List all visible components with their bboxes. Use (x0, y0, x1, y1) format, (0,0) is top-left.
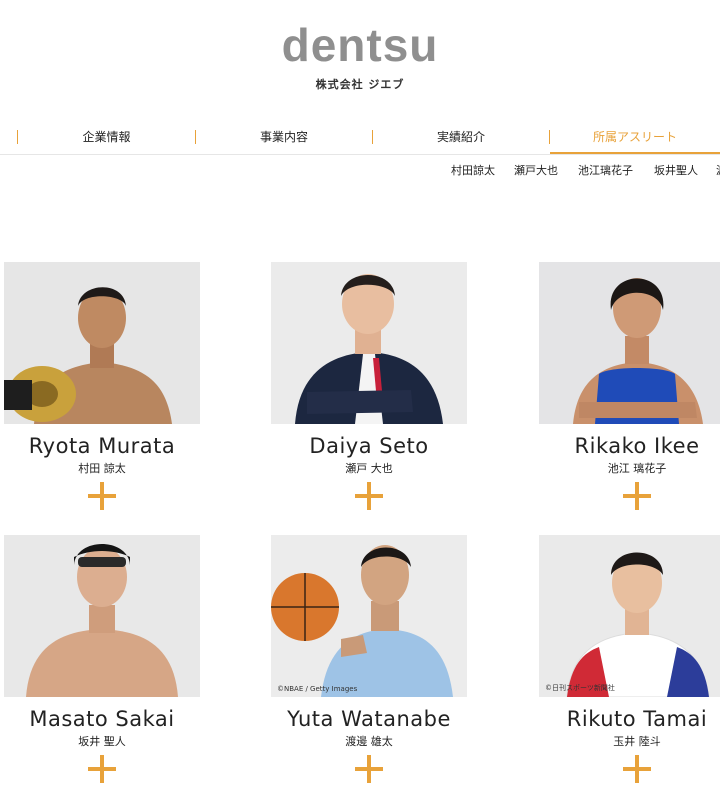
swimmer-photo (4, 535, 200, 697)
athlete-name-jp: 瀬戸 大也 (345, 462, 393, 475)
athlete-name-en: Rikuto Tamai (566, 707, 708, 731)
athlete-photo[interactable] (271, 262, 467, 424)
athlete-name-en: Masato Sakai (29, 707, 175, 731)
athlete-card[interactable]: Daiya Seto 瀬戸 大也 (271, 262, 467, 510)
athlete-name-jp: 村田 諒太 (78, 462, 126, 475)
athlete-name-en: Rikako Ikee (574, 434, 700, 458)
site-header: dentsu 株式会社 ジエブ (0, 0, 720, 100)
nav-item-business[interactable]: 事業内容 (196, 122, 372, 152)
swimmer-photo (539, 262, 720, 424)
boxer-photo (4, 262, 200, 424)
athlete-name-jp: 坂井 聖人 (78, 735, 126, 748)
plus-icon[interactable] (623, 482, 651, 510)
athlete-subnav: 村田諒太 瀬戸大也 池江璃花子 坂井聖人 渡 (0, 162, 720, 180)
plus-icon[interactable] (355, 482, 383, 510)
athlete-name-en: Daiya Seto (309, 434, 429, 458)
athlete-card[interactable]: ©NBAE / Getty Images Yuta Watanabe 渡邊 雄太 (271, 535, 467, 783)
athlete-card[interactable]: Ryota Murata 村田 諒太 (4, 262, 200, 510)
plus-icon[interactable] (88, 482, 116, 510)
athlete-card[interactable]: Rikako Ikee 池江 璃花子 (539, 262, 720, 510)
basketball-player-photo (271, 535, 467, 697)
subnav-item-watanabe[interactable]: 渡 (716, 162, 720, 178)
dentsu-logo[interactable]: dentsu (0, 18, 720, 72)
subnav-item-seto[interactable]: 瀬戸大也 (514, 162, 558, 178)
plus-icon[interactable] (88, 755, 116, 783)
nav-item-works[interactable]: 実績紹介 (373, 122, 549, 152)
plus-icon[interactable] (355, 755, 383, 783)
company-subtitle: 株式会社 ジエブ (315, 78, 405, 91)
photo-credit: ©NBAE / Getty Images (277, 685, 358, 693)
main-nav: 企業情報 事業内容 実績紹介 所属アスリート (0, 122, 720, 155)
nav-item-company[interactable]: 企業情報 (18, 122, 195, 152)
athlete-name-en: Yuta Watanabe (287, 707, 451, 731)
athlete-photo[interactable]: ©日刊スポーツ新聞社 (539, 535, 720, 697)
subnav-item-murata[interactable]: 村田諒太 (451, 162, 495, 178)
athlete-name-jp: 池江 璃花子 (607, 462, 667, 475)
subnav-item-sakai[interactable]: 坂井聖人 (654, 162, 698, 178)
athlete-photo[interactable]: ©NBAE / Getty Images (271, 535, 467, 697)
subnav-item-ikee[interactable]: 池江璃花子 (578, 162, 633, 178)
athlete-card[interactable]: Masato Sakai 坂井 聖人 (4, 535, 200, 783)
athlete-photo[interactable] (4, 535, 200, 697)
athlete-photo[interactable] (539, 262, 720, 424)
nav-item-athletes[interactable]: 所属アスリート (550, 122, 720, 152)
photo-credit: ©日刊スポーツ新聞社 (545, 684, 615, 692)
athlete-name-jp: 玉井 陸斗 (613, 735, 661, 748)
diver-photo (539, 535, 720, 697)
athlete-photo[interactable] (4, 262, 200, 424)
athlete-card[interactable]: ©日刊スポーツ新聞社 Rikuto Tamai 玉井 陸斗 (539, 535, 720, 783)
nav-active-underline (550, 152, 720, 154)
athlete-name-en: Ryota Murata (28, 434, 176, 458)
athlete-name-jp: 渡邊 雄太 (345, 735, 393, 748)
swimmer-photo (271, 262, 467, 424)
plus-icon[interactable] (623, 755, 651, 783)
